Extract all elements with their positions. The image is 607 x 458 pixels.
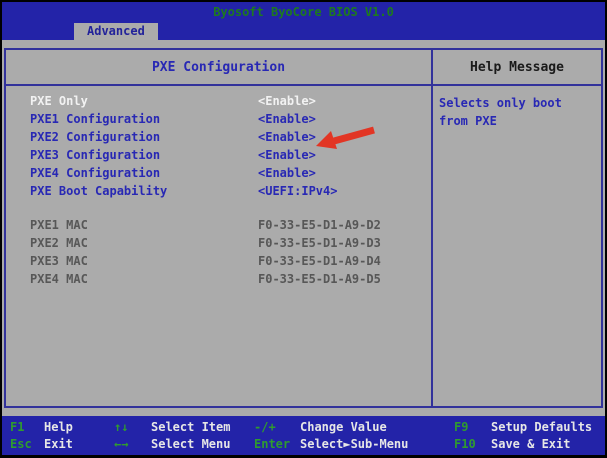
hint-label: Select Menu bbox=[151, 437, 230, 451]
help-panel-title: Help Message bbox=[433, 50, 601, 86]
item-label: PXE1 Configuration bbox=[30, 110, 258, 128]
item-label: PXE Only bbox=[30, 92, 258, 110]
key-hint-bar: F1Help ↑↓Select Item -/+Change Value F9S… bbox=[2, 416, 605, 455]
options-section: PXE Configuration PXE Only <Enable> PXE1… bbox=[6, 50, 431, 406]
item-value: <UEFI:IPv4> bbox=[258, 182, 431, 200]
info-row-pxe1-mac: PXE1 MAC F0-33-E5-D1-A9-D2 bbox=[6, 216, 431, 234]
item-value: <Enable> bbox=[258, 128, 431, 146]
f1-key-label: F1 bbox=[10, 420, 44, 434]
item-value: <Enable> bbox=[258, 92, 431, 110]
info-value: F0-33-E5-D1-A9-D4 bbox=[258, 252, 431, 270]
f10-key-label: F10 bbox=[454, 437, 491, 451]
tab-advanced[interactable]: Advanced bbox=[74, 23, 158, 40]
info-value: F0-33-E5-D1-A9-D5 bbox=[258, 270, 431, 288]
hint-label: Exit bbox=[44, 437, 73, 451]
hint-label: Setup Defaults bbox=[491, 420, 592, 434]
options-list: PXE Only <Enable> PXE1 Configuration <En… bbox=[6, 86, 431, 288]
info-label: PXE2 MAC bbox=[30, 234, 258, 252]
esc-key-label: Esc bbox=[10, 437, 44, 451]
hint-select-submenu: EnterSelect►Sub-Menu bbox=[254, 437, 454, 451]
title-bar: Byosoft ByoCore BIOS V1.0 bbox=[2, 2, 605, 22]
info-label: PXE4 MAC bbox=[30, 270, 258, 288]
item-value: <Enable> bbox=[258, 164, 431, 182]
item-label: PXE Boot Capability bbox=[30, 182, 258, 200]
info-label: PXE3 MAC bbox=[30, 252, 258, 270]
f9-key-label: F9 bbox=[454, 420, 491, 434]
info-row-pxe3-mac: PXE3 MAC F0-33-E5-D1-A9-D4 bbox=[6, 252, 431, 270]
leftright-arrows-icon: ←→ bbox=[114, 437, 151, 451]
list-item-pxe3-configuration[interactable]: PXE3 Configuration <Enable> bbox=[6, 146, 431, 164]
info-row-pxe4-mac: PXE4 MAC F0-33-E5-D1-A9-D5 bbox=[6, 270, 431, 288]
list-item-pxe-only[interactable]: PXE Only <Enable> bbox=[6, 92, 431, 110]
hint-exit: EscExit bbox=[10, 437, 114, 451]
item-value: <Enable> bbox=[258, 110, 431, 128]
item-value: <Enable> bbox=[258, 146, 431, 164]
info-value: F0-33-E5-D1-A9-D3 bbox=[258, 234, 431, 252]
hint-label: Select Item bbox=[151, 420, 230, 434]
settings-panel: PXE Configuration PXE Only <Enable> PXE1… bbox=[4, 48, 603, 408]
list-item-pxe4-configuration[interactable]: PXE4 Configuration <Enable> bbox=[6, 164, 431, 182]
hint-change-value: -/+Change Value bbox=[254, 420, 454, 434]
hint-select-item: ↑↓Select Item bbox=[114, 420, 254, 434]
hint-help: F1Help bbox=[10, 420, 114, 434]
list-item-pxe1-configuration[interactable]: PXE1 Configuration <Enable> bbox=[6, 110, 431, 128]
item-label: PXE2 Configuration bbox=[30, 128, 258, 146]
enter-key-label: Enter bbox=[254, 437, 300, 451]
list-item-pxe-boot-capability[interactable]: PXE Boot Capability <UEFI:IPv4> bbox=[6, 182, 431, 200]
hint-label: Change Value bbox=[300, 420, 387, 434]
hint-setup-defaults: F9Setup Defaults bbox=[454, 420, 605, 434]
hint-save-exit: F10Save & Exit bbox=[454, 437, 605, 451]
bios-title: Byosoft ByoCore BIOS V1.0 bbox=[213, 5, 394, 19]
info-row-pxe2-mac: PXE2 MAC F0-33-E5-D1-A9-D3 bbox=[6, 234, 431, 252]
hint-label: Save & Exit bbox=[491, 437, 570, 451]
item-label: PXE3 Configuration bbox=[30, 146, 258, 164]
hint-label: Help bbox=[44, 420, 73, 434]
mac-address-list: PXE1 MAC F0-33-E5-D1-A9-D2 PXE2 MAC F0-3… bbox=[6, 216, 431, 288]
menu-bar: Advanced bbox=[2, 22, 605, 40]
help-panel-text: Selects only boot from PXE bbox=[433, 86, 601, 130]
hint-select-menu: ←→Select Menu bbox=[114, 437, 254, 451]
content-area: PXE Configuration PXE Only <Enable> PXE1… bbox=[2, 40, 605, 416]
item-label: PXE4 Configuration bbox=[30, 164, 258, 182]
bios-inner-area: Byosoft ByoCore BIOS V1.0 Advanced PXE C… bbox=[2, 2, 605, 455]
minus-plus-key-label: -/+ bbox=[254, 420, 300, 434]
info-value: F0-33-E5-D1-A9-D2 bbox=[258, 216, 431, 234]
list-item-pxe2-configuration[interactable]: PXE2 Configuration <Enable> bbox=[6, 128, 431, 146]
updown-arrows-icon: ↑↓ bbox=[114, 420, 151, 434]
page-title: PXE Configuration bbox=[6, 50, 431, 86]
help-panel: Help Message Selects only boot from PXE bbox=[431, 50, 601, 406]
bios-screen: Byosoft ByoCore BIOS V1.0 Advanced PXE C… bbox=[0, 0, 607, 458]
hint-label: Select►Sub-Menu bbox=[300, 437, 408, 451]
info-label: PXE1 MAC bbox=[30, 216, 258, 234]
